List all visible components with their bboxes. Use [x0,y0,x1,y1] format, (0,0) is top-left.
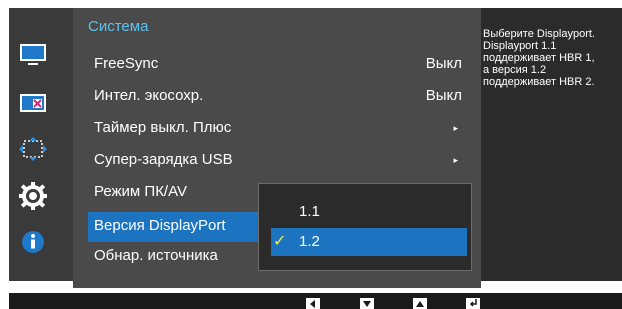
option-label: 1.1 [299,203,320,220]
help-description: Выберите Displayport. Displayport 1.1 по… [483,28,595,88]
chevron-right-icon: ▸ [453,123,458,133]
menu-item-freesync[interactable]: FreeSync Выкл [88,50,468,80]
left-arrow-icon[interactable] [306,298,320,309]
menu-item-label: Таймер выкл. Плюс [94,119,232,136]
menu-title: Система [88,18,149,35]
option-dp-1-1[interactable]: 1.1 [271,198,467,226]
menu-item-eco-saving[interactable]: Интел. экосохр. Выкл [88,82,468,112]
size-position-icon[interactable] [18,136,48,162]
option-label: 1.2 [299,233,320,250]
displayport-version-submenu: 1.1 ✓ 1.2 [258,183,472,271]
checkmark-icon: ✓ [273,233,287,250]
chevron-right-icon: ▸ [453,155,458,165]
color-icon[interactable] [18,90,48,116]
menu-item-label: Супер-зарядка USB [94,151,233,168]
menu-item-label: FreeSync [94,55,159,72]
menu-item-label: Режим ПК/AV [94,183,187,200]
up-arrow-icon[interactable] [413,298,427,309]
menu-item-label: Обнар. источника [94,247,218,264]
menu-item-value: Выкл [425,87,462,104]
menu-item-off-timer-plus[interactable]: Таймер выкл. Плюс ▸ [88,114,468,144]
menu-item-usb-super-charging[interactable]: Супер-зарядка USB ▸ [88,146,468,176]
picture-icon[interactable] [18,42,48,68]
menu-item-label: Версия DisplayPort [94,217,226,234]
information-icon[interactable] [18,229,48,255]
menu-item-value: Выкл [425,55,462,72]
option-dp-1-2[interactable]: ✓ 1.2 [271,228,467,256]
menu-item-label: Интел. экосохр. [94,87,204,104]
down-arrow-icon[interactable] [360,298,374,309]
system-gear-icon[interactable] [18,182,48,210]
enter-icon[interactable] [466,298,480,309]
menu-item-displayport-version[interactable]: Версия DisplayPort [88,212,260,242]
